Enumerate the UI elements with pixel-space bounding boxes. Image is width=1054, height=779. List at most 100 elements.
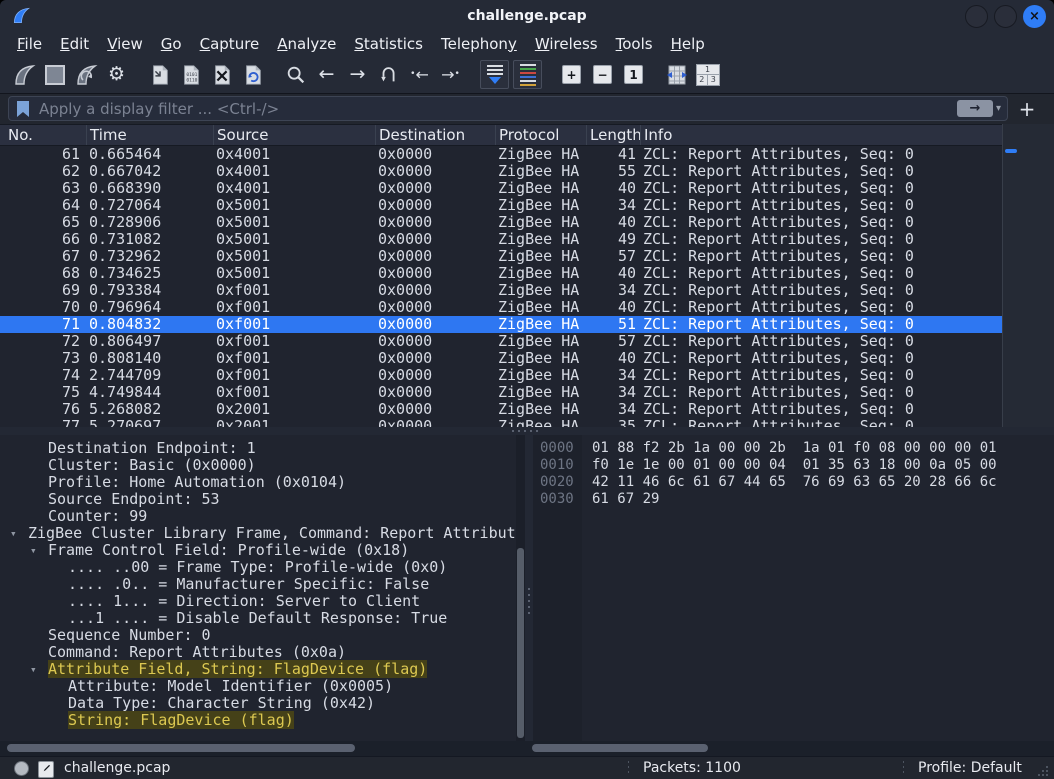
filter-dropdown-caret-icon[interactable]: ▾ <box>996 103 1001 114</box>
menu-capture[interactable]: Capture <box>191 33 269 55</box>
start-capture-icon[interactable] <box>10 61 37 88</box>
menu-analyze[interactable]: Analyze <box>268 33 345 55</box>
open-file-icon[interactable] <box>146 61 173 88</box>
hex-bytes[interactable]: 61 67 29 <box>592 491 659 508</box>
hex-row[interactable]: 000001 88 f2 2b 1a 00 00 2b 1a 01 f0 08 … <box>533 440 1054 457</box>
hex-row[interactable]: 0010f0 1e 1e 00 01 00 00 04 01 35 63 18 … <box>533 457 1054 474</box>
go-back-icon[interactable]: ← <box>313 61 340 88</box>
column-header-info[interactable]: Info <box>640 125 1002 145</box>
hex-row[interactable]: 002042 11 46 6c 61 67 44 65 76 69 63 65 … <box>533 474 1054 491</box>
detail-line[interactable]: ▾Frame Control Field: Profile-wide (0x18… <box>0 542 516 559</box>
expander-icon[interactable]: ▾ <box>10 525 17 542</box>
bytes-horizontal-scrollbar[interactable] <box>530 741 1054 756</box>
detail-line[interactable]: String: FlagDevice (flag) <box>0 712 516 729</box>
scrollbar-thumb[interactable] <box>517 548 524 738</box>
menu-wireless[interactable]: Wireless <box>526 33 607 55</box>
capture-options-icon[interactable]: ⚙ <box>103 61 130 88</box>
packet-row-66[interactable]: 660.7310820x50010x0000ZigBee HA49ZCL: Re… <box>0 231 1002 248</box>
layout-icon[interactable]: 123 <box>694 61 721 88</box>
menu-edit[interactable]: Edit <box>51 33 98 55</box>
vertical-splitter[interactable] <box>525 435 533 741</box>
minimize-button[interactable] <box>965 5 988 28</box>
zoom-out-icon[interactable]: − <box>589 61 616 88</box>
go-first-packet-icon[interactable]: •← <box>406 61 433 88</box>
detail-line[interactable]: Sequence Number: 0 <box>0 627 516 644</box>
close-file-icon[interactable] <box>208 61 235 88</box>
status-profile[interactable]: Profile: Default <box>918 760 1022 776</box>
hex-bytes[interactable]: 42 11 46 6c 61 67 44 65 76 69 63 65 20 2… <box>592 474 997 491</box>
packet-row-63[interactable]: 630.6683900x40010x0000ZigBee HA40ZCL: Re… <box>0 180 1002 197</box>
detail-vertical-scrollbar[interactable] <box>516 435 525 741</box>
menu-tools[interactable]: Tools <box>607 33 662 55</box>
detail-line[interactable]: Source Endpoint: 53 <box>0 491 516 508</box>
capture-comment-icon[interactable] <box>38 761 54 778</box>
go-last-packet-icon[interactable]: →• <box>437 61 464 88</box>
column-header-time[interactable]: Time <box>86 125 213 145</box>
packet-row-75[interactable]: 754.7498440xf0010x0000ZigBee HA34ZCL: Re… <box>0 384 1002 401</box>
menu-telephony[interactable]: Telephony <box>432 33 526 55</box>
packet-row-69[interactable]: 690.7933840xf0010x0000ZigBee HA34ZCL: Re… <box>0 282 1002 299</box>
packet-row-76[interactable]: 765.2680820x20010x0000ZigBee HA34ZCL: Re… <box>0 401 1002 418</box>
colorize-packets-icon[interactable] <box>513 60 542 89</box>
detail-line[interactable]: .... 1... = Direction: Server to Client <box>0 593 516 610</box>
detail-line[interactable]: Attribute: Model Identifier (0x0005) <box>0 678 516 695</box>
zoom-100-icon[interactable]: 1 <box>620 61 647 88</box>
go-forward-icon[interactable]: → <box>344 61 371 88</box>
packet-row-71[interactable]: 710.8048320xf0010x0000ZigBee HA51ZCL: Re… <box>0 316 1002 333</box>
stop-capture-icon[interactable] <box>41 61 68 88</box>
menu-statistics[interactable]: Statistics <box>345 33 432 55</box>
save-file-icon[interactable]: 01010110 <box>177 61 204 88</box>
resize-grip[interactable] <box>1038 766 1048 776</box>
column-header-length[interactable]: Length <box>586 125 640 145</box>
packet-row-67[interactable]: 670.7329620x50010x0000ZigBee HA57ZCL: Re… <box>0 248 1002 265</box>
detail-line[interactable]: Cluster: Basic (0x0000) <box>0 457 516 474</box>
hex-bytes[interactable]: f0 1e 1e 00 01 00 00 04 01 35 63 18 00 0… <box>592 457 997 474</box>
menu-go[interactable]: Go <box>152 33 191 55</box>
find-packet-icon[interactable] <box>282 61 309 88</box>
scrollbar-thumb[interactable] <box>7 744 355 752</box>
close-button[interactable]: × <box>1023 5 1046 28</box>
detail-line[interactable]: .... ..00 = Frame Type: Profile-wide (0x… <box>0 559 516 576</box>
packet-row-64[interactable]: 640.7270640x50010x0000ZigBee HA34ZCL: Re… <box>0 197 1002 214</box>
packet-row-74[interactable]: 742.7447090xf0010x0000ZigBee HA34ZCL: Re… <box>0 367 1002 384</box>
expander-icon[interactable]: ▾ <box>30 661 37 678</box>
detail-line[interactable]: ...1 .... = Disable Default Response: Tr… <box>0 610 516 627</box>
packet-row-61[interactable]: 610.6654640x40010x0000ZigBee HA41ZCL: Re… <box>0 146 1002 163</box>
scrollbar-thumb[interactable] <box>1005 149 1017 153</box>
reload-file-icon[interactable] <box>239 61 266 88</box>
apply-filter-icon[interactable]: → <box>957 100 993 117</box>
auto-scroll-icon[interactable] <box>480 60 509 89</box>
column-header-no[interactable]: No. <box>0 125 86 145</box>
packet-row-77[interactable]: 775.2706970x20010x0000ZigBee HA35ZCL: Re… <box>0 418 1002 427</box>
menu-view[interactable]: View <box>98 33 152 55</box>
packet-row-65[interactable]: 650.7289060x50010x0000ZigBee HA40ZCL: Re… <box>0 214 1002 231</box>
detail-line[interactable]: ▾ZigBee Cluster Library Frame, Command: … <box>0 525 516 542</box>
maximize-button[interactable] <box>994 5 1017 28</box>
horizontal-splitter[interactable] <box>0 427 1054 435</box>
detail-line[interactable]: Command: Report Attributes (0x0a) <box>0 644 516 661</box>
detail-line[interactable]: Counter: 99 <box>0 508 516 525</box>
packet-row-73[interactable]: 730.8081400xf0010x0000ZigBee HA40ZCL: Re… <box>0 350 1002 367</box>
menu-help[interactable]: Help <box>662 33 714 55</box>
detail-line[interactable]: Profile: Home Automation (0x0104) <box>0 474 516 491</box>
packet-row-68[interactable]: 680.7346250x50010x0000ZigBee HA40ZCL: Re… <box>0 265 1002 282</box>
detail-line[interactable]: Data Type: Character String (0x42) <box>0 695 516 712</box>
resize-columns-icon[interactable] <box>663 61 690 88</box>
zoom-in-icon[interactable]: + <box>558 61 585 88</box>
expander-icon[interactable]: ▾ <box>30 542 37 559</box>
packet-row-70[interactable]: 700.7969640xf0010x0000ZigBee HA40ZCL: Re… <box>0 299 1002 316</box>
column-header-source[interactable]: Source <box>213 125 375 145</box>
packet-list-vertical-scrollbar[interactable] <box>1002 124 1054 427</box>
detail-horizontal-scrollbar[interactable] <box>0 741 530 756</box>
scrollbar-thumb[interactable] <box>532 744 708 752</box>
detail-line[interactable]: Destination Endpoint: 1 <box>0 440 516 457</box>
expert-info-icon[interactable] <box>14 761 29 776</box>
column-header-protocol[interactable]: Protocol <box>495 125 586 145</box>
add-filter-button[interactable]: + <box>1014 96 1040 122</box>
display-filter-input[interactable] <box>37 99 957 119</box>
filter-bookmark-icon[interactable] <box>9 101 37 117</box>
hex-row[interactable]: 003061 67 29 <box>533 491 1054 508</box>
restart-capture-icon[interactable] <box>72 61 99 88</box>
packet-row-62[interactable]: 620.6670420x40010x0000ZigBee HA55ZCL: Re… <box>0 163 1002 180</box>
go-to-packet-icon[interactable] <box>375 61 402 88</box>
